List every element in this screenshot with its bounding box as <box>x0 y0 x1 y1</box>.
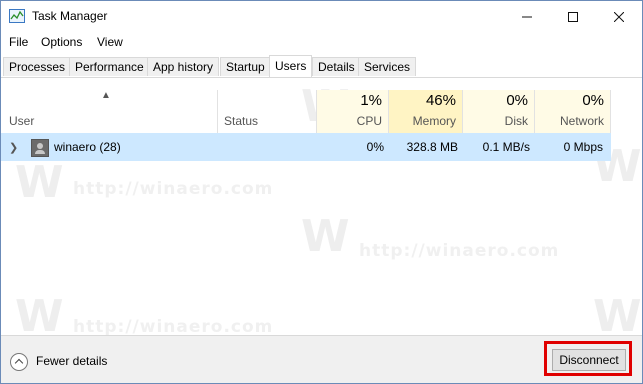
footer-bar: Fewer details Disconnect <box>1 335 642 383</box>
maximize-button[interactable] <box>550 1 596 32</box>
disk-total: 0% <box>506 92 528 109</box>
memory-total: 46% <box>425 92 456 109</box>
col-status[interactable]: Status <box>218 90 317 133</box>
close-icon <box>614 11 624 22</box>
menu-file[interactable]: File <box>9 35 28 49</box>
disconnect-button[interactable]: Disconnect <box>552 349 626 371</box>
col-disk-label: Disk <box>504 114 528 128</box>
col-user[interactable]: ▲ User <box>1 90 218 133</box>
maximize-icon <box>568 11 578 22</box>
col-disk[interactable]: 0% Disk <box>463 90 535 133</box>
collapse-up-icon[interactable] <box>10 353 28 371</box>
row-disk: 0.1 MB/s <box>482 140 530 154</box>
network-total: 0% <box>582 92 604 109</box>
task-manager-window: W http://winaero.com W http://winaero.co… <box>0 0 643 384</box>
minimize-icon <box>522 16 532 17</box>
tab-app-history[interactable]: App history <box>147 57 220 76</box>
row-network: 0 Mbps <box>563 140 603 154</box>
watermark-text: http://winaero.com <box>73 317 274 337</box>
fewer-details-link[interactable]: Fewer details <box>36 354 107 368</box>
row-user: winaero (28) <box>54 140 121 154</box>
watermark-logo: W <box>15 157 64 208</box>
cpu-total: 1% <box>360 92 382 109</box>
col-user-label: User <box>9 114 35 128</box>
watermark-text: http://winaero.com <box>73 179 274 199</box>
user-avatar-icon <box>31 139 49 157</box>
expand-chevron-icon[interactable]: ❯ <box>9 141 18 154</box>
watermark-logo: W <box>301 211 350 262</box>
col-memory[interactable]: 46% Memory <box>389 90 463 133</box>
column-header: ▲ User Status 1% CPU 46% Memory 0% Disk … <box>1 90 642 133</box>
title-bar[interactable]: Task Manager <box>1 1 642 32</box>
task-manager-icon <box>9 9 25 23</box>
table-row[interactable]: ❯ winaero (28) 0% 328.8 MB 0.1 MB/s 0 Mb… <box>1 133 611 161</box>
minimize-button[interactable] <box>504 1 550 32</box>
tab-processes[interactable]: Processes <box>3 57 72 76</box>
col-status-label: Status <box>224 114 259 128</box>
tab-services[interactable]: Services <box>358 57 417 76</box>
col-cpu-label: CPU <box>356 114 382 128</box>
row-memory: 328.8 MB <box>406 140 458 154</box>
sort-up-icon: ▲ <box>101 90 111 101</box>
tab-startup[interactable]: Startup <box>220 57 271 76</box>
col-network-label: Network <box>559 114 604 128</box>
menu-bar: File Options View <box>1 33 642 53</box>
menu-view[interactable]: View <box>97 35 123 49</box>
watermark-text: http://winaero.com <box>359 241 560 261</box>
tab-performance[interactable]: Performance <box>69 57 150 76</box>
col-memory-label: Memory <box>412 114 456 128</box>
col-cpu[interactable]: 1% CPU <box>317 90 389 133</box>
tab-details[interactable]: Details <box>312 57 361 76</box>
col-network[interactable]: 0% Network <box>535 90 611 133</box>
window-title: Task Manager <box>32 9 108 23</box>
row-cpu: 0% <box>366 140 384 154</box>
menu-options[interactable]: Options <box>41 35 82 49</box>
highlight-box: Disconnect <box>544 341 632 376</box>
close-button[interactable] <box>596 1 642 32</box>
tab-strip: Processes Performance App history Startu… <box>1 55 642 78</box>
tab-users[interactable]: Users <box>269 55 313 77</box>
